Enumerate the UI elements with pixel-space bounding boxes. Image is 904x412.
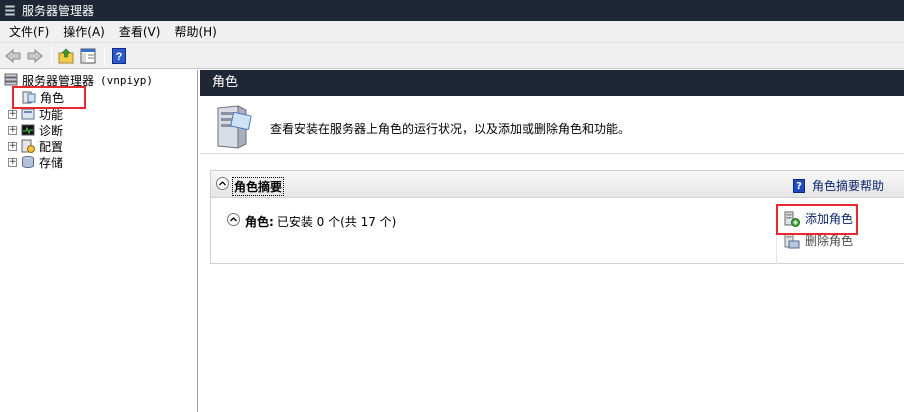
server-roles-icon — [212, 104, 252, 150]
roles-installed-count: 已安装 0 个(共 17 个) — [276, 215, 397, 229]
expand-icon[interactable]: + — [8, 125, 17, 135]
console-tree-icon — [80, 48, 96, 63]
chevron-up-icon — [219, 181, 226, 186]
roles-summary-title: 角色摘要 — [232, 177, 285, 196]
back-button[interactable] — [3, 46, 23, 66]
menu-bar: 文件(F) 操作(A) 查看(V) 帮助(H) — [0, 21, 904, 43]
help-icon: ? — [112, 47, 126, 64]
tree-root-host: (vnpiyp) — [100, 73, 153, 87]
expand-icon[interactable]: + — [8, 157, 17, 167]
help-button[interactable]: ? — [109, 46, 129, 66]
storage-icon — [21, 155, 35, 169]
highlight-add-roles — [776, 204, 858, 235]
server-manager-icon — [4, 73, 18, 87]
tree-item-configuration-label: 配置 — [39, 139, 64, 154]
console-tree: 服务器管理器 (vnpiyp) 角色 + 功能 + 诊断 + 配置 + 存储 — [0, 70, 198, 412]
roles-summary-header: 角色摘要 ? 角色摘要帮助 — [211, 171, 904, 198]
tree-item-storage[interactable]: + 存储 — [8, 154, 63, 170]
title-bar: 服务器管理器 — [0, 0, 904, 21]
toolbar-separator — [51, 46, 52, 65]
intro-banner: 查看安装在服务器上角色的运行状况，以及添加或删除角色和功能。 — [200, 96, 904, 154]
toolbar-separator — [104, 46, 105, 65]
roles-status-line: 角色: 已安装 0 个(共 17 个) — [227, 213, 396, 230]
collapse-roles-button[interactable] — [227, 213, 240, 226]
expand-icon[interactable]: + — [8, 141, 17, 151]
details-pane: 角色 查看安装在服务器上角色的运行状况，以及添加或删除角色和功能。 角色摘要 ?… — [200, 70, 904, 412]
tree-item-diagnostics-label: 诊断 — [39, 123, 64, 138]
toolbar: ? — [0, 43, 904, 69]
window-title: 服务器管理器 — [22, 4, 95, 18]
tree-item-configuration[interactable]: + 配置 — [8, 138, 63, 154]
svg-text:?: ? — [116, 51, 123, 63]
forward-arrow-icon — [27, 48, 43, 63]
tree-item-diagnostics[interactable]: + 诊断 — [8, 122, 63, 138]
expand-icon[interactable]: + — [8, 109, 17, 119]
back-arrow-icon — [5, 48, 21, 63]
chevron-up-icon — [230, 217, 237, 222]
diagnostics-icon — [21, 123, 35, 137]
roles-label: 角色: — [245, 215, 274, 229]
configuration-icon — [21, 139, 35, 153]
collapse-roles-summary-button[interactable] — [216, 177, 229, 190]
tree-item-storage-label: 存储 — [39, 155, 64, 170]
highlight-roles-node — [12, 86, 86, 109]
menu-view[interactable]: 查看(V) — [112, 22, 168, 42]
menu-file[interactable]: 文件(F) — [2, 22, 56, 42]
details-header: 角色 — [200, 70, 904, 96]
show-hide-console-tree-button[interactable] — [78, 46, 98, 66]
up-level-button[interactable] — [56, 46, 76, 66]
up-folder-icon — [58, 48, 74, 63]
server-manager-icon — [4, 4, 16, 17]
help-icon: ? — [793, 178, 805, 193]
roles-summary-help-label: 角色摘要帮助 — [812, 179, 885, 193]
roles-summary-help-link[interactable]: ? 角色摘要帮助 — [793, 177, 884, 194]
forward-button[interactable] — [25, 46, 45, 66]
features-icon — [21, 107, 35, 121]
menu-action[interactable]: 操作(A) — [56, 22, 112, 42]
menu-help[interactable]: 帮助(H) — [167, 22, 223, 42]
intro-text: 查看安装在服务器上角色的运行状况，以及添加或删除角色和功能。 — [270, 122, 631, 136]
